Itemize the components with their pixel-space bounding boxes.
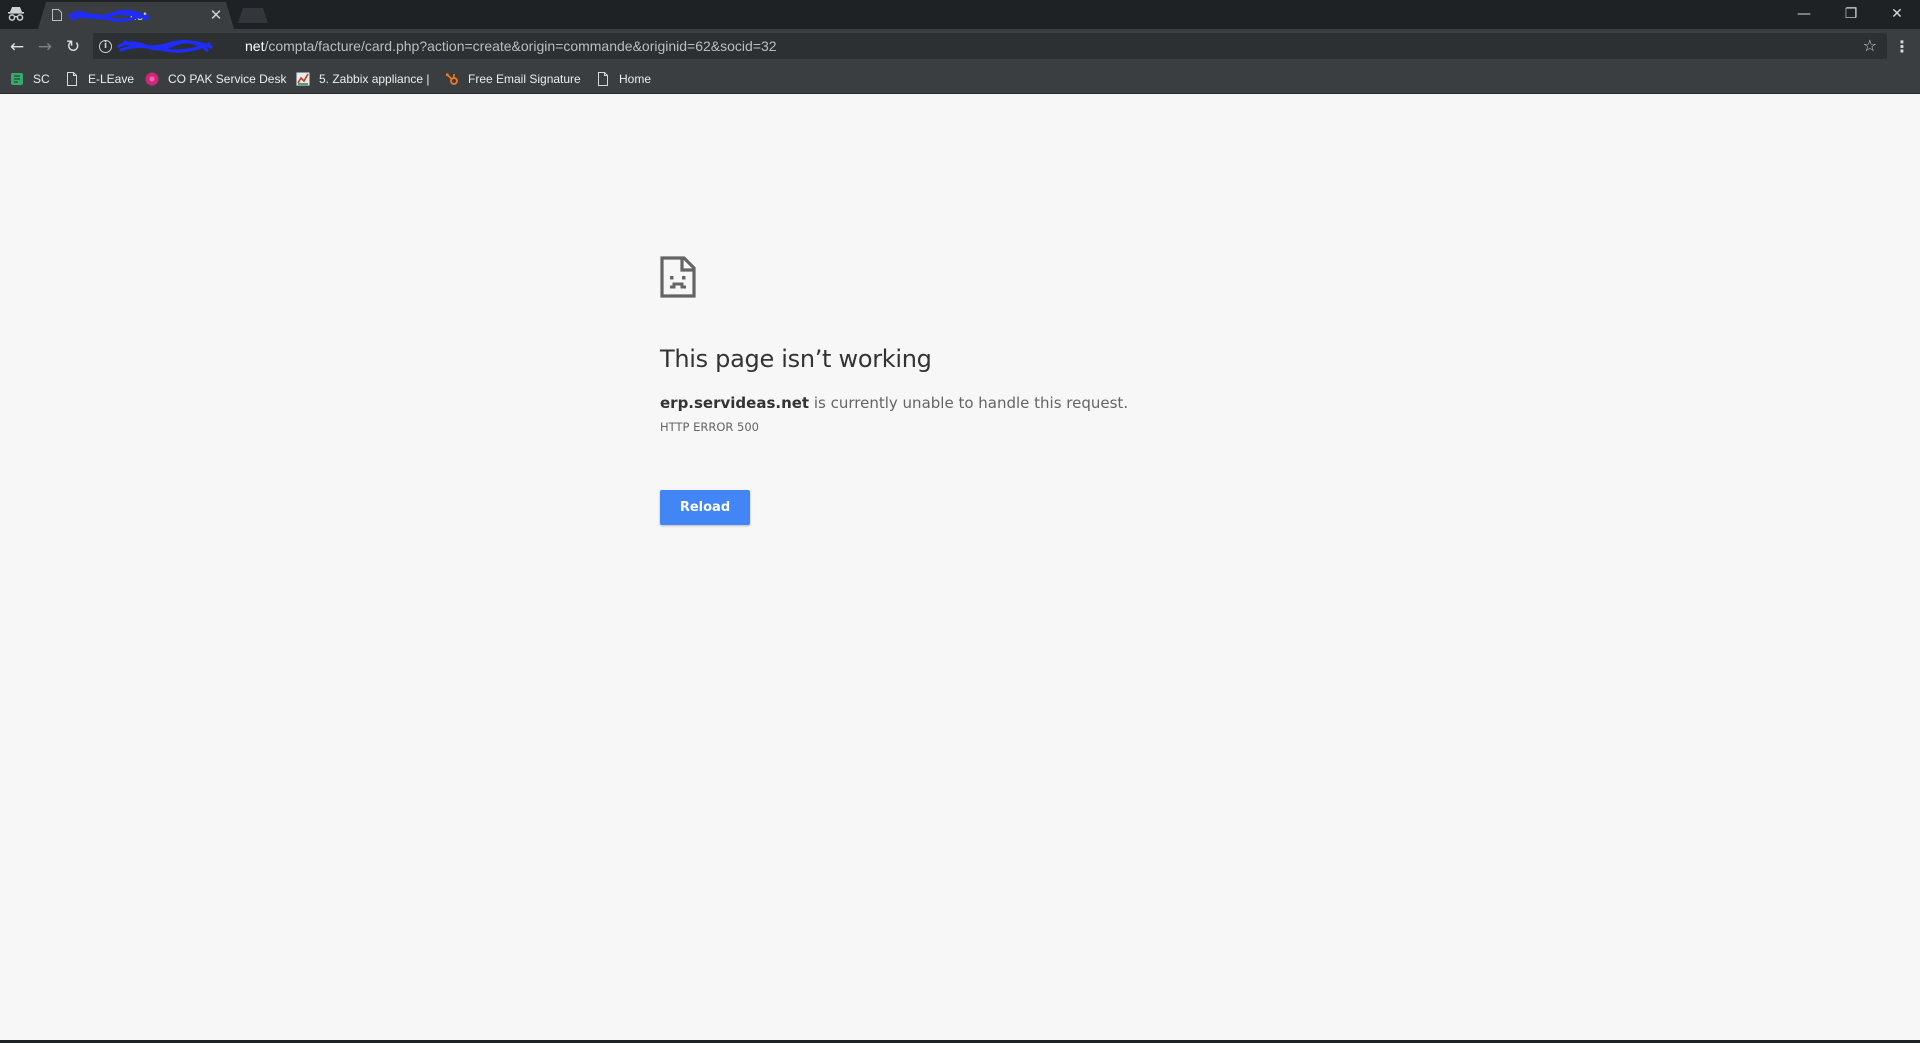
- bookmark-label: Free Email Signature: [468, 71, 581, 86]
- back-button[interactable]: ←: [6, 36, 28, 58]
- bookmark-sc[interactable]: SC: [10, 70, 50, 87]
- url-text[interactable]: xxxxxxxxxxxxxxxxxxnet/compta/facture/car…: [119, 38, 777, 54]
- bookmarks-bar: SC E-LEave CO PAK Service Desk 5. Zabbix…: [0, 64, 1920, 94]
- page-icon: [52, 9, 62, 21]
- error-message-rest: is currently unable to handle this reque…: [809, 394, 1129, 412]
- error-title: This page isn’t working: [660, 345, 932, 373]
- zabbix-icon: [296, 72, 310, 85]
- active-tab[interactable]: xxxxxxxxxxnet ✕: [38, 2, 234, 29]
- bookmark-label: SC: [33, 71, 50, 86]
- bookmark-label: 5. Zabbix appliance |: [319, 71, 430, 86]
- bookmark-zabbix[interactable]: 5. Zabbix appliance |: [296, 70, 430, 87]
- forward-button[interactable]: →: [34, 36, 56, 58]
- reload-button[interactable]: Reload: [660, 490, 750, 525]
- address-bar[interactable]: i xxxxxxxxxxxxxxxxxxnet/compta/facture/c…: [93, 33, 1887, 59]
- restore-button[interactable]: ❐: [1831, 3, 1871, 25]
- url-path: /compta/facture/card.php?action=create&o…: [264, 38, 777, 54]
- service-desk-icon: [145, 72, 159, 85]
- reload-icon[interactable]: ↻: [62, 36, 84, 58]
- bookmark-label: E-LEave: [88, 71, 135, 86]
- browser-menu-icon[interactable]: ⋮: [1892, 36, 1912, 58]
- bookmark-label: Home: [619, 71, 652, 86]
- bookmark-co-pak-service-desk[interactable]: CO PAK Service Desk: [145, 70, 286, 87]
- bookmark-free-email-signature[interactable]: Free Email Signature: [445, 70, 581, 87]
- error-code: HTTP ERROR 500: [660, 420, 759, 434]
- bookmark-label: CO PAK Service Desk: [168, 71, 287, 86]
- incognito-icon[interactable]: [7, 6, 25, 22]
- sad-page-icon: [660, 256, 696, 298]
- bookmark-home[interactable]: Home: [596, 70, 651, 87]
- error-host: erp.servideas.net: [660, 394, 810, 412]
- sc-icon: [11, 72, 23, 85]
- browser-toolbar: ← → ↻ i xxxxxxxxxxxxxxxxxxnet/compta/fac…: [0, 29, 1920, 64]
- new-tab-button[interactable]: [238, 8, 268, 23]
- bookmark-e-leave[interactable]: E-LEave: [65, 70, 134, 87]
- redaction-scribble: [117, 39, 213, 53]
- error-message: erp.servideas.net is currently unable to…: [660, 394, 1128, 412]
- page-icon: [67, 71, 77, 86]
- redaction-scribble: [68, 9, 150, 22]
- bookmark-star-icon[interactable]: ☆: [1863, 36, 1877, 55]
- site-info-icon[interactable]: i: [99, 40, 112, 53]
- minimize-button[interactable]: —: [1784, 3, 1824, 25]
- url-host: net: [245, 38, 265, 54]
- hubspot-icon: [445, 72, 458, 85]
- tab-strip: xxxxxxxxxxnet ✕ — ❐ ✕: [0, 0, 1920, 29]
- close-window-button[interactable]: ✕: [1877, 3, 1917, 25]
- page-icon: [598, 71, 608, 86]
- close-tab-icon[interactable]: ✕: [208, 7, 224, 23]
